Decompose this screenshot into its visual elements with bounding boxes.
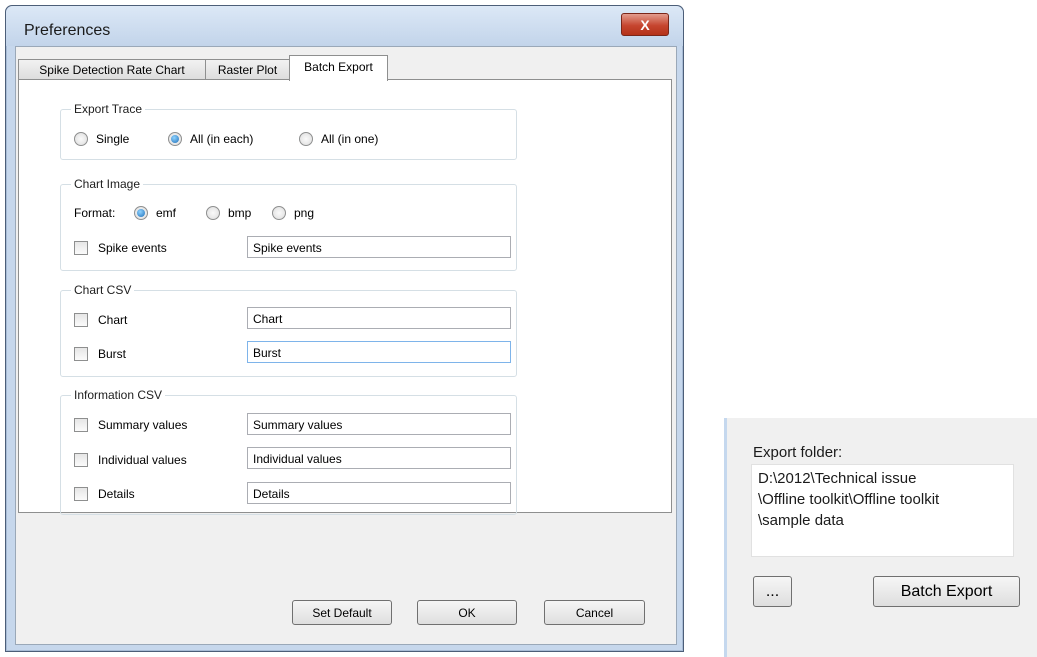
cancel-button[interactable]: Cancel — [544, 600, 645, 625]
window-title: Preferences — [24, 22, 111, 39]
title-bar[interactable]: Preferences X — [6, 6, 683, 46]
tab-spike-detection-rate-chart[interactable]: Spike Detection Rate Chart — [18, 59, 206, 80]
export-side-panel: Export folder: D:\2012\Technical issue \… — [724, 418, 1037, 657]
checkbox-indicator — [74, 313, 88, 327]
ok-button[interactable]: OK — [417, 600, 517, 625]
radio-indicator — [299, 132, 313, 146]
checkbox-chart[interactable]: Chart — [74, 313, 127, 327]
radio-all-in-each-label: All (in each) — [190, 132, 254, 146]
chart-image-legend: Chart Image — [71, 177, 144, 191]
spike-events-filename-input[interactable]: Spike events — [247, 236, 511, 258]
checkbox-individual-values-label: Individual values — [98, 453, 187, 467]
checkbox-indicator — [74, 418, 88, 432]
checkbox-burst-label: Burst — [98, 347, 127, 361]
set-default-button[interactable]: Set Default — [292, 600, 392, 625]
checkbox-summary-values-label: Summary values — [98, 418, 188, 432]
checkbox-chart-label: Chart — [98, 313, 128, 327]
checkbox-details-label: Details — [98, 487, 135, 501]
radio-png-label: png — [294, 206, 315, 220]
radio-single-label: Single — [96, 132, 130, 146]
checkbox-indicator — [74, 241, 88, 255]
details-filename-input[interactable]: Details — [247, 482, 511, 504]
checkbox-spike-events-label: Spike events — [98, 241, 167, 255]
tab-raster-plot[interactable]: Raster Plot — [205, 59, 290, 80]
summary-values-filename-input[interactable]: Summary values — [247, 413, 511, 435]
radio-indicator-selected — [168, 132, 182, 146]
checkbox-indicator — [74, 487, 88, 501]
close-button[interactable]: X — [621, 13, 669, 36]
radio-single[interactable]: Single — [74, 132, 129, 146]
tab-batch-export[interactable]: Batch Export — [289, 55, 388, 81]
checkbox-indicator — [74, 347, 88, 361]
radio-emf-label: emf — [156, 206, 177, 220]
information-csv-group: Information CSV Summary values Summary v… — [60, 388, 517, 515]
radio-bmp-label: bmp — [228, 206, 252, 220]
dialog-client-area: Spike Detection Rate Chart Raster Plot B… — [15, 46, 677, 645]
preferences-dialog: Preferences X Spike Detection Rate Chart… — [5, 5, 684, 652]
browse-folder-button[interactable]: ... — [753, 576, 792, 607]
export-folder-path-field[interactable]: D:\2012\Technical issue \Offline toolkit… — [751, 464, 1014, 557]
radio-all-in-one[interactable]: All (in one) — [299, 132, 378, 146]
export-trace-legend: Export Trace — [71, 102, 146, 116]
batch-export-panel: Export Trace Single All (in each) All (i… — [18, 79, 672, 515]
chart-filename-input[interactable]: Chart — [247, 307, 511, 329]
radio-all-in-one-label: All (in one) — [321, 132, 379, 146]
export-trace-group: Export Trace Single All (in each) All (i… — [60, 102, 517, 160]
radio-indicator-selected — [134, 206, 148, 220]
radio-indicator — [206, 206, 220, 220]
batch-export-button[interactable]: Batch Export — [873, 576, 1020, 607]
radio-format-emf[interactable]: emf — [134, 206, 176, 220]
radio-all-in-each[interactable]: All (in each) — [168, 132, 253, 146]
chart-csv-group: Chart CSV Chart Chart Burst Burst — [60, 283, 517, 377]
close-icon: X — [640, 16, 650, 33]
individual-values-filename-input[interactable]: Individual values — [247, 447, 511, 469]
radio-format-png[interactable]: png — [272, 206, 314, 220]
checkbox-spike-events[interactable]: Spike events — [74, 241, 167, 255]
checkbox-summary-values[interactable]: Summary values — [74, 418, 187, 432]
radio-format-bmp[interactable]: bmp — [206, 206, 251, 220]
format-label: Format: — [74, 206, 116, 220]
burst-filename-input[interactable]: Burst — [247, 341, 511, 363]
radio-indicator — [74, 132, 88, 146]
checkbox-individual-values[interactable]: Individual values — [74, 453, 187, 467]
checkbox-details[interactable]: Details — [74, 487, 135, 501]
chart-image-group: Chart Image Format: emf bmp png Spike ev… — [60, 177, 517, 271]
checkbox-burst[interactable]: Burst — [74, 347, 126, 361]
export-folder-label: Export folder: — [753, 444, 843, 461]
checkbox-indicator — [74, 453, 88, 467]
information-csv-legend: Information CSV — [71, 388, 166, 402]
chart-csv-legend: Chart CSV — [71, 283, 135, 297]
radio-indicator — [272, 206, 286, 220]
